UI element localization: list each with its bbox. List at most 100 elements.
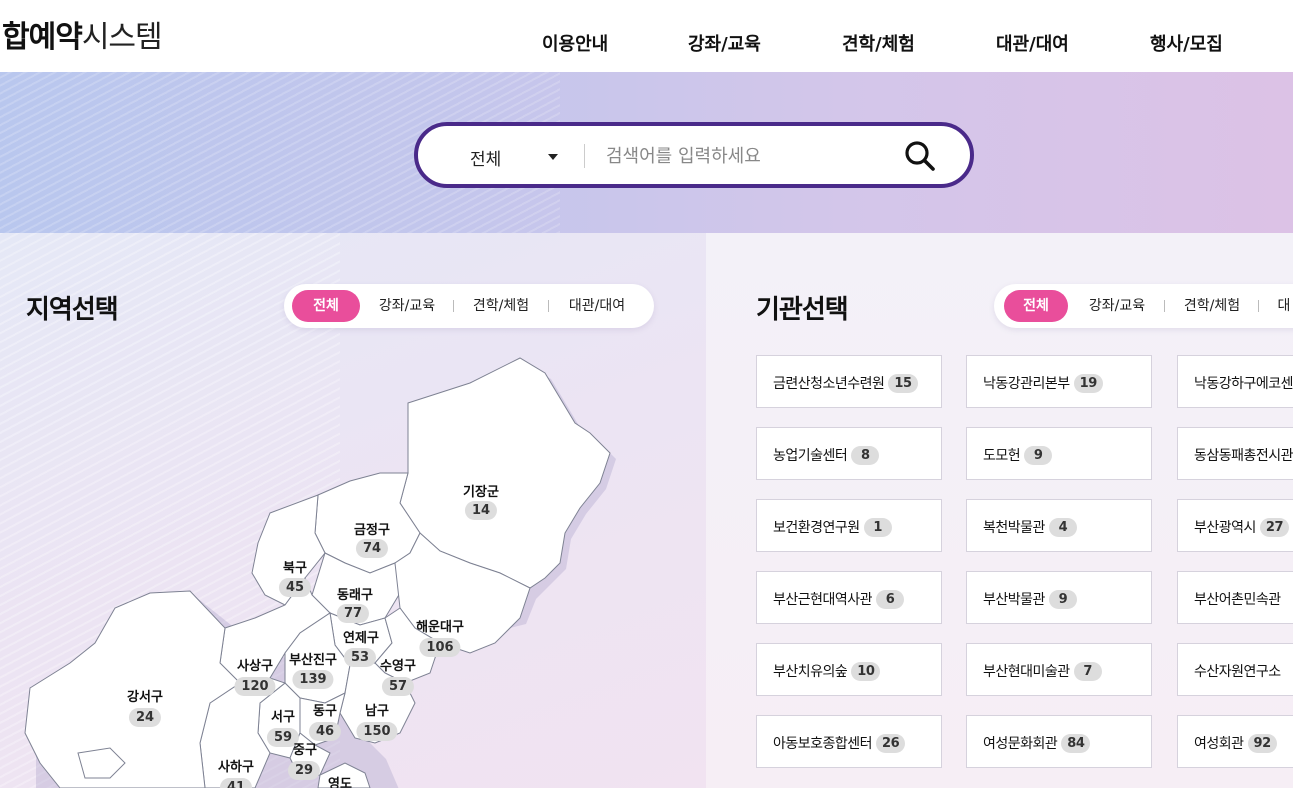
district-count: 45: [278, 578, 312, 597]
search-category-select[interactable]: 전체: [470, 145, 501, 170]
institution-count: 15: [888, 374, 918, 393]
district-count: 139: [292, 670, 334, 689]
institution-count: 27: [1259, 518, 1289, 537]
institution-name: 부산광역시 27: [1194, 517, 1289, 537]
district-name[interactable]: 금정구: [354, 519, 390, 538]
institution-card[interactable]: 아동보호종합센터 26: [756, 715, 942, 768]
institution-count: 19: [1073, 374, 1103, 393]
institution-label: 낙동강관리본부: [983, 376, 1070, 392]
district-count: 57: [381, 677, 415, 696]
institution-label: 복천박물관: [983, 520, 1045, 536]
district-count: 53: [343, 648, 377, 667]
institution-name: 낙동강관리본부 19: [983, 373, 1103, 393]
nav-event[interactable]: 행사/모집: [1150, 30, 1223, 56]
institution-card[interactable]: 부산현대미술관 7: [966, 643, 1152, 696]
nav-guide[interactable]: 이용안내: [542, 30, 608, 56]
institution-card[interactable]: 수산자원연구소: [1177, 643, 1293, 696]
institution-filter: 전체 강좌/교육 견학/체험 대: [994, 284, 1293, 328]
institution-card[interactable]: 부산근현대역사관 6: [756, 571, 942, 624]
district-name[interactable]: 연제구: [343, 627, 379, 646]
district-name[interactable]: 동래구: [337, 584, 373, 603]
institution-name: 여성문화회관 84: [983, 733, 1091, 753]
logo-light-text: 시스템: [81, 20, 163, 55]
district-name[interactable]: 사하구: [218, 756, 254, 775]
institution-label: 여성회관: [1194, 736, 1244, 752]
institution-name: 부산현대미술관 7: [983, 661, 1102, 681]
district-name[interactable]: 부산진구: [289, 649, 337, 668]
search-input[interactable]: [606, 138, 896, 174]
institution-label: 수산자원연구소: [1194, 664, 1281, 680]
institution-filter-lecture[interactable]: 강좌/교육: [1082, 290, 1152, 322]
nav-lecture[interactable]: 강좌/교육: [688, 30, 761, 56]
institution-card[interactable]: 금련산청소년수련원 15: [756, 355, 942, 408]
institution-name: 낙동강하구에코센: [1194, 373, 1293, 393]
institution-label: 농업기술센터: [773, 448, 848, 464]
institution-card[interactable]: 여성문화회관 84: [966, 715, 1152, 768]
institution-count: 9: [1024, 446, 1053, 465]
institution-name: 여성회관 92: [1194, 733, 1277, 753]
site-header: 합예약시스템 이용안내 강좌/교육 견학/체험 대관/대여 행사/모집: [0, 0, 1293, 72]
institution-count: 6: [876, 590, 905, 609]
district-name[interactable]: 북구: [283, 557, 307, 576]
institution-card[interactable]: 도모헌 9: [966, 427, 1152, 480]
institution-card[interactable]: 동삼동패총전시관: [1177, 427, 1293, 480]
chevron-down-icon[interactable]: [548, 154, 558, 160]
district-name[interactable]: 동구: [313, 700, 337, 719]
institution-label: 동삼동패총전시관: [1194, 448, 1293, 464]
institution-panel: 기관선택 전체 강좌/교육 견학/체험 대 금련산청소년수련원 15 낙동강관리본부…: [706, 233, 1293, 788]
district-name[interactable]: 수영구: [380, 655, 416, 674]
institution-card[interactable]: 부산어촌민속관: [1177, 571, 1293, 624]
institution-card[interactable]: 낙동강하구에코센: [1177, 355, 1293, 408]
institution-label: 부산어촌민속관: [1194, 592, 1281, 608]
institution-filter-tour[interactable]: 견학/체험: [1177, 290, 1247, 322]
search-box: 전체: [414, 122, 974, 188]
institution-card[interactable]: 여성회관 92: [1177, 715, 1293, 768]
district-count: 74: [355, 539, 389, 558]
district-name[interactable]: 영도: [328, 773, 352, 788]
institution-name: 수산자원연구소: [1194, 661, 1281, 681]
institution-count: 10: [851, 662, 881, 681]
institution-card[interactable]: 보건환경연구원 1: [756, 499, 942, 552]
region-panel: 지역선택 전체 강좌/교육 견학/체험 대관/대여 기장군 14 금정구 74 …: [0, 233, 706, 788]
district-name[interactable]: 중구: [293, 739, 317, 758]
district-name[interactable]: 남구: [365, 700, 389, 719]
district-name[interactable]: 해운대구: [416, 616, 464, 635]
institution-label: 부산광역시: [1194, 520, 1256, 536]
district-count: 41: [219, 778, 253, 788]
institution-label: 부산치유의숲: [773, 664, 848, 680]
district-name[interactable]: 강서구: [127, 686, 163, 705]
institution-filter-all[interactable]: 전체: [1004, 290, 1068, 322]
institution-name: 농업기술센터 8: [773, 445, 880, 465]
institution-count: 1: [863, 518, 892, 537]
filter-divider: [1164, 300, 1165, 312]
institution-label: 부산근현대역사관: [773, 592, 873, 608]
nav-rental[interactable]: 대관/대여: [996, 30, 1069, 56]
district-name[interactable]: 기장군: [463, 481, 499, 500]
institution-filter-rental[interactable]: 대: [1274, 290, 1293, 322]
institution-label: 부산현대미술관: [983, 664, 1070, 680]
filter-divider: [1258, 300, 1259, 312]
institution-card[interactable]: 부산광역시 27: [1177, 499, 1293, 552]
institution-card[interactable]: 낙동강관리본부 19: [966, 355, 1152, 408]
institution-name: 금련산청소년수련원 15: [773, 373, 918, 393]
institution-name: 아동보호종합센터 26: [773, 733, 906, 753]
institution-card[interactable]: 복천박물관 4: [966, 499, 1152, 552]
search-icon[interactable]: [902, 138, 938, 174]
nav-tour[interactable]: 견학/체험: [842, 30, 915, 56]
institution-name: 도모헌 9: [983, 445, 1053, 465]
institution-name: 부산박물관 9: [983, 589, 1077, 609]
district-name[interactable]: 서구: [271, 706, 295, 725]
search-divider: [584, 144, 585, 168]
institution-label: 도모헌: [983, 448, 1021, 464]
institution-title: 기관선택: [756, 295, 849, 325]
institution-count: 26: [876, 734, 906, 753]
site-logo[interactable]: 합예약시스템: [2, 12, 163, 56]
institution-card[interactable]: 부산치유의숲 10: [756, 643, 942, 696]
institution-card[interactable]: 농업기술센터 8: [756, 427, 942, 480]
district-name[interactable]: 사상구: [237, 655, 273, 674]
institution-card[interactable]: 부산박물관 9: [966, 571, 1152, 624]
district-count: 24: [128, 708, 162, 727]
institution-count: 8: [851, 446, 880, 465]
district-count: 14: [464, 501, 498, 520]
institution-label: 낙동강하구에코센: [1194, 376, 1293, 392]
